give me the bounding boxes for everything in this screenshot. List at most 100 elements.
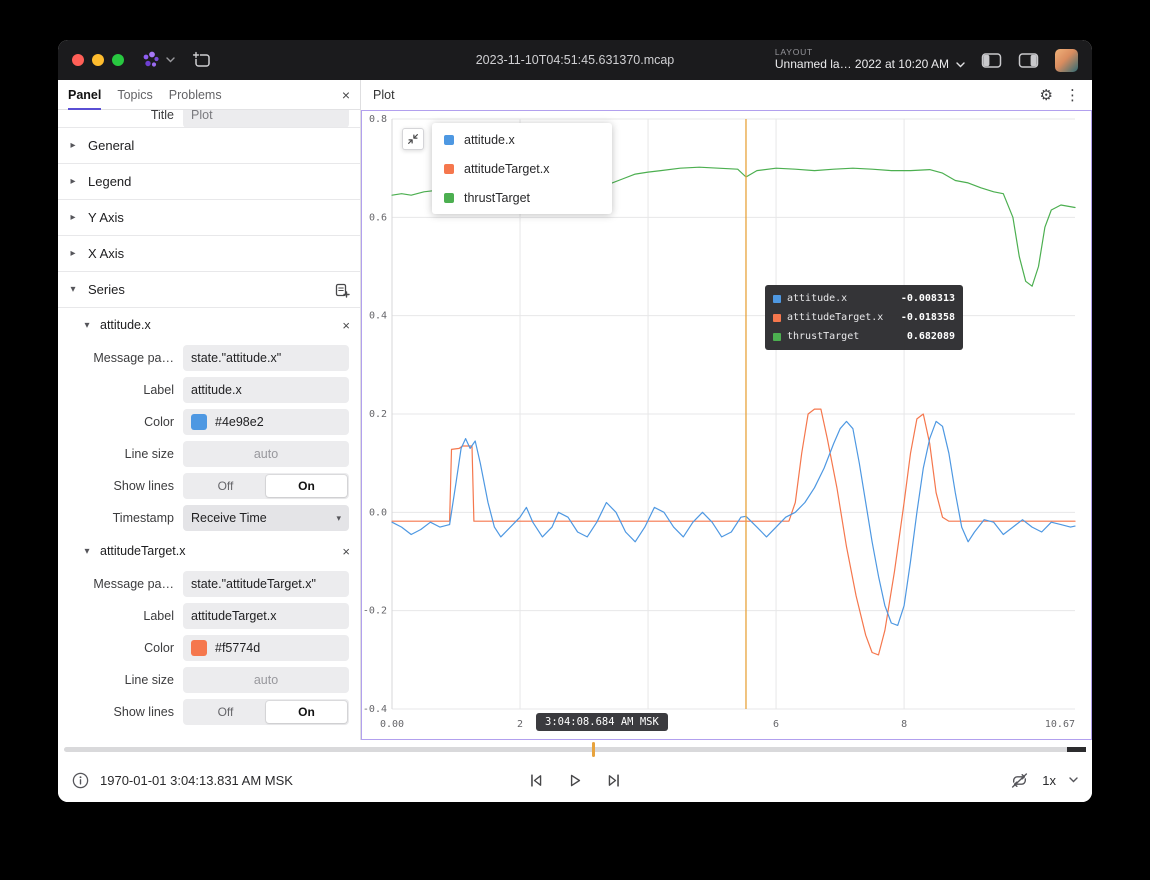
remove-series-icon[interactable]: × <box>342 319 350 332</box>
left-sidebar-toggle-icon[interactable] <box>981 52 1002 69</box>
app-menu-chevron-icon[interactable] <box>166 57 175 63</box>
legend-label: thrustTarget <box>464 191 530 205</box>
legend-item[interactable]: thrustTarget <box>432 183 612 212</box>
timestamp-select[interactable]: Receive Time ▾ <box>183 505 349 531</box>
section-legend[interactable]: ▸ Legend <box>58 164 360 200</box>
chevron-right-icon: ▸ <box>68 176 78 187</box>
tab-problems[interactable]: Problems <box>169 80 222 110</box>
chevron-right-icon: ▸ <box>68 140 78 151</box>
show-lines-on-option[interactable]: On <box>266 475 347 497</box>
title-field-row-clipped: Title Plot <box>58 110 360 128</box>
legend-color-swatch <box>444 193 454 203</box>
chevron-down-icon: ▾ <box>82 546 92 557</box>
line-size-input[interactable]: auto <box>183 667 349 693</box>
field-label: Message pa… <box>58 577 174 591</box>
series-header[interactable]: ▾ attitudeTarget.x × <box>58 534 360 568</box>
series-block: ▾ attitudeTarget.x × Message pa… state."… <box>58 534 360 728</box>
tooltip-value: -0.008313 <box>901 293 955 304</box>
color-input[interactable]: #f5774d <box>183 635 349 661</box>
section-series[interactable]: ▾ Series <box>58 272 360 308</box>
message-path-input[interactable]: state."attitude.x" <box>183 345 349 371</box>
tooltip-row: attitude.x -0.008313 <box>773 289 955 308</box>
field-label: Color <box>58 641 174 655</box>
tooltip-row: attitudeTarget.x -0.018358 <box>773 308 955 327</box>
section-y-axis[interactable]: ▸ Y Axis <box>58 200 360 236</box>
panel-title-input[interactable]: Plot <box>183 110 349 128</box>
close-sidebar-icon[interactable]: × <box>342 88 350 102</box>
show-lines-toggle[interactable]: Off On <box>183 699 349 725</box>
field-label: Label <box>58 383 174 397</box>
label-input[interactable]: attitudeTarget.x <box>183 603 349 629</box>
series-header[interactable]: ▾ attitude.x × <box>58 308 360 342</box>
playback-scrubber[interactable] <box>64 747 1086 752</box>
svg-text:0.8: 0.8 <box>369 114 387 125</box>
show-lines-toggle[interactable]: Off On <box>183 473 349 499</box>
show-lines-off-option[interactable]: Off <box>185 475 266 497</box>
play-button[interactable] <box>567 772 584 789</box>
settings-gear-icon[interactable]: ⚙ <box>1040 88 1053 103</box>
hover-time-tooltip: 3:04:08.684 AM MSK <box>536 713 668 731</box>
plot-panel-header[interactable]: Plot ⚙ ⋮ <box>361 80 1092 110</box>
user-avatar[interactable] <box>1055 49 1078 72</box>
plot-panel-title: Plot <box>373 88 395 102</box>
sidebar-tabbar: Panel Topics Problems × <box>58 80 360 110</box>
field-label: Color <box>58 415 174 429</box>
tooltip-row: thrustTarget 0.682089 <box>773 327 955 346</box>
layout-selector[interactable]: LAYOUT Unnamed la… 2022 at 10:20 AM <box>775 48 965 72</box>
seek-end-button[interactable] <box>606 772 623 789</box>
legend-label: attitude.x <box>464 133 515 147</box>
plot-legend: attitude.x attitudeTarget.x thrustTarget <box>432 123 612 214</box>
line-size-input[interactable]: auto <box>183 441 349 467</box>
show-lines-on-option[interactable]: On <box>266 701 347 723</box>
minimize-window-button[interactable] <box>92 54 104 66</box>
field-label: Line size <box>58 673 174 687</box>
tooltip-value: -0.018358 <box>901 312 955 323</box>
field-label: Show lines <box>58 479 174 493</box>
color-input[interactable]: #4e98e2 <box>183 409 349 435</box>
legend-collapse-button[interactable] <box>402 128 424 150</box>
scrubber-event-region[interactable] <box>1067 747 1086 752</box>
show-lines-off-option[interactable]: Off <box>185 701 266 723</box>
speed-chevron-down-icon[interactable] <box>1069 777 1078 783</box>
add-series-icon[interactable] <box>334 282 350 298</box>
tooltip-color-swatch <box>773 295 781 303</box>
zoom-window-button[interactable] <box>112 54 124 66</box>
playhead-marker[interactable] <box>592 742 595 757</box>
color-swatch <box>191 414 207 430</box>
tab-topics[interactable]: Topics <box>117 80 152 110</box>
label-input[interactable]: attitude.x <box>183 377 349 403</box>
close-window-button[interactable] <box>72 54 84 66</box>
section-label: Legend <box>88 174 131 189</box>
svg-text:0.2: 0.2 <box>369 409 387 420</box>
layout-name: Unnamed la… 2022 at 10:20 AM <box>775 58 949 72</box>
legend-item[interactable]: attitude.x <box>432 125 612 154</box>
plot-body: 0.80.60.40.20.0-0.2-0.40.00246810.67 att… <box>361 110 1092 740</box>
panel-menu-kebab-icon[interactable]: ⋮ <box>1065 88 1080 103</box>
tooltip-label: attitude.x <box>787 293 847 304</box>
tab-panel[interactable]: Panel <box>68 80 101 110</box>
remove-series-icon[interactable]: × <box>342 545 350 558</box>
message-path-input[interactable]: state."attitudeTarget.x" <box>183 571 349 597</box>
right-sidebar-toggle-icon[interactable] <box>1018 52 1039 69</box>
chevron-right-icon: ▸ <box>68 212 78 223</box>
legend-item[interactable]: attitudeTarget.x <box>432 154 612 183</box>
playback-info-icon[interactable] <box>72 772 89 789</box>
add-panel-button[interactable] <box>191 50 213 70</box>
chart-value-tooltip: attitude.x -0.008313 attitudeTarget.x -0… <box>765 285 963 350</box>
chevron-right-icon: ▸ <box>68 248 78 259</box>
svg-text:6: 6 <box>773 719 779 730</box>
timestamp-value: Receive Time <box>191 511 267 525</box>
svg-text:0.0: 0.0 <box>369 507 387 518</box>
panel-settings-scroll[interactable]: Title Plot ▸ General ▸ Legend ▸ Y Axis <box>58 110 360 740</box>
section-label: General <box>88 138 134 153</box>
playback-speed[interactable]: 1x <box>1042 773 1056 788</box>
section-x-axis[interactable]: ▸ X Axis <box>58 236 360 272</box>
series-name: attitudeTarget.x <box>100 544 185 558</box>
loop-disabled-icon[interactable] <box>1010 772 1029 789</box>
section-general[interactable]: ▸ General <box>58 128 360 164</box>
seek-start-button[interactable] <box>528 772 545 789</box>
foxglove-logo-icon[interactable] <box>140 50 162 70</box>
chevron-down-icon: ▾ <box>68 284 78 295</box>
window-title: 2023-11-10T04:51:45.631370.mcap <box>476 53 675 67</box>
svg-text:0.00: 0.00 <box>380 719 404 730</box>
